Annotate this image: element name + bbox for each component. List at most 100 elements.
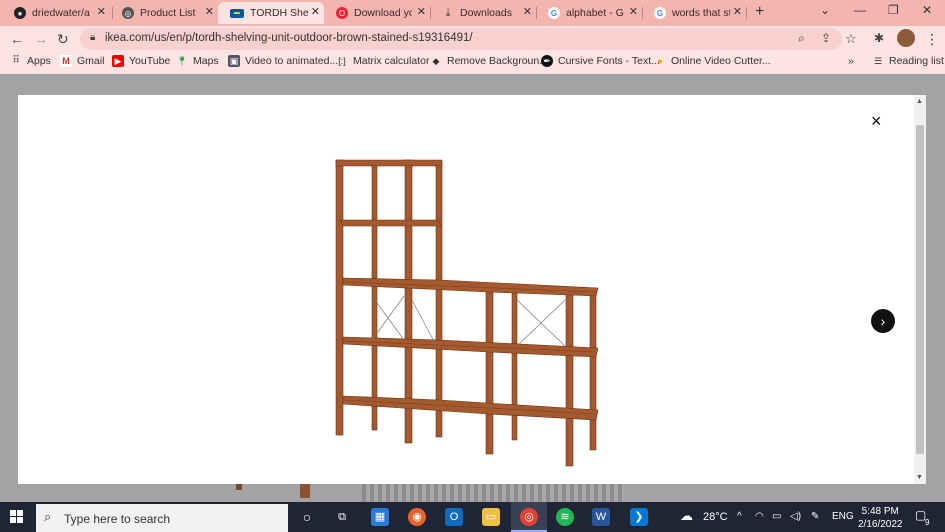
close-window-icon[interactable]: ✕ (922, 3, 932, 17)
back-icon[interactable]: ← (10, 31, 24, 47)
avatar[interactable] (897, 29, 915, 47)
pen-icon[interactable]: ✎ (811, 511, 819, 522)
taskbar-search[interactable]: ⌕ Type here to search (36, 504, 288, 532)
bookmark-label: YouTube (129, 55, 171, 67)
tab-downloads[interactable]: ⤓ Downloads ✕ (430, 2, 536, 24)
clock[interactable]: 5:48 PM 2/16/2022 (858, 505, 903, 531)
bookmark-star-icon[interactable]: ☆ (845, 31, 857, 47)
tab-words[interactable]: G words that star ✕ (642, 2, 746, 24)
background-product-fragment (300, 484, 310, 498)
extensions-icon[interactable]: ✱ (874, 31, 884, 45)
scroll-up-icon[interactable]: ▲ (916, 98, 923, 105)
close-tab-icon[interactable]: ✕ (629, 5, 638, 18)
tab-label: TORDH Shelving (250, 7, 308, 19)
tab-product-list[interactable]: ◎ Product List | C ✕ (110, 2, 218, 24)
file-explorer-icon[interactable]: ▭ (482, 508, 500, 526)
gmail-icon: M (60, 55, 72, 67)
browser-chrome: ● driedwater/app ✕ ◎ Product List | C ✕ … (0, 0, 945, 74)
outlook-icon[interactable]: O (445, 508, 463, 526)
windows-taskbar: ⌕ Type here to search ○ ⧉ ▦ ◉ O ▭ ◎ ≋ W … (0, 502, 945, 532)
tab-label: alphabet - Goo (566, 7, 624, 19)
forward-icon[interactable]: → (34, 31, 48, 47)
cortana-icon[interactable]: ○ (298, 508, 316, 526)
vscode-icon[interactable]: ❯ (630, 508, 648, 526)
tab-download[interactable]: O Download you ✕ (324, 2, 430, 24)
background-product-image (362, 484, 624, 502)
tab-label: driedwater/app (32, 7, 90, 19)
tab-github[interactable]: ● driedwater/app ✕ (2, 2, 110, 24)
task-view-icon[interactable]: ⧉ (333, 508, 351, 526)
more-bookmarks-button[interactable]: » (848, 55, 854, 67)
tab-label: Downloads (460, 7, 512, 19)
github-icon: ● (14, 7, 26, 19)
tab-alphabet[interactable]: G alphabet - Goo ✕ (536, 2, 642, 24)
restore-icon[interactable]: ❐ (888, 3, 899, 17)
network-icon[interactable]: ◠ (755, 511, 764, 522)
scrollbar-thumb[interactable] (916, 125, 924, 454)
shelving-unit-product-image (335, 159, 599, 467)
bookmark-gmail[interactable]: M Gmail (60, 55, 104, 67)
chrome-icon[interactable]: ◎ (520, 508, 538, 526)
zoom-icon[interactable]: ⌕ (798, 31, 805, 46)
volume-icon[interactable]: ◁) (790, 511, 801, 522)
lock-icon[interactable]: 🔒︎ (90, 32, 95, 43)
tab-strip: ● driedwater/app ✕ ◎ Product List | C ✕ … (0, 0, 945, 26)
remove-bg-icon: ◆ (432, 56, 440, 66)
video-cutter-icon: ● (657, 56, 663, 66)
close-tab-icon[interactable]: ✕ (523, 5, 532, 18)
maps-icon: 📍︎ (176, 56, 188, 66)
bookmark-label: Matrix calculator (353, 55, 430, 67)
bookmark-video-cutter[interactable]: ● Online Video Cutter... (654, 55, 770, 67)
bookmark-apps[interactable]: ⠿ Apps (10, 55, 51, 67)
apps-grid-icon: ⠿ (12, 55, 20, 66)
bookmark-label: Remove Backgroun... (447, 55, 548, 67)
tab-search-icon[interactable]: ⌄ (820, 3, 830, 17)
video-icon: ▣ (228, 55, 240, 67)
close-tab-icon[interactable]: ✕ (417, 5, 426, 18)
background-product-fragment (236, 484, 242, 490)
tab-separator (746, 7, 747, 19)
language-indicator[interactable]: ENG (832, 511, 854, 522)
battery-icon[interactable]: ▭ (772, 511, 781, 522)
notification-count: 9 (925, 518, 930, 527)
google-icon: G (654, 7, 666, 19)
bookmark-matrix[interactable]: [:] Matrix calculator (336, 55, 429, 67)
close-modal-button[interactable]: × (871, 111, 882, 132)
bookmark-cursive[interactable]: ✒ Cursive Fonts - Text... (541, 55, 660, 67)
bookmark-maps[interactable]: 📍︎ Maps (176, 55, 218, 67)
weather-temp[interactable]: 28°C (703, 511, 728, 523)
url-text[interactable]: ikea.com/us/en/p/tordh-shelving-unit-out… (105, 32, 473, 44)
omnibox[interactable]: 🔒︎ ikea.com/us/en/p/tordh-shelving-unit-… (80, 28, 842, 50)
bookmark-video-animated[interactable]: ▣ Video to animated... (228, 55, 338, 67)
minimize-icon[interactable]: — (854, 3, 866, 17)
show-hidden-icons[interactable]: ^ (737, 511, 742, 522)
tab-label: Product List | C (140, 7, 198, 19)
spotify-icon[interactable]: ≋ (556, 508, 574, 526)
menu-icon[interactable]: ⋮ (925, 31, 939, 48)
bookmark-youtube[interactable]: ▶ YouTube (112, 55, 170, 67)
globe-icon: ◎ (122, 7, 134, 19)
new-tab-button[interactable]: + (755, 3, 764, 21)
microsoft-store-icon[interactable]: ▦ (371, 508, 389, 526)
close-tab-icon[interactable]: ✕ (733, 5, 742, 18)
reload-icon[interactable]: ↻ (57, 31, 69, 48)
reading-list-button[interactable]: ☰ Reading list (872, 55, 944, 67)
close-tab-icon[interactable]: ✕ (205, 5, 214, 18)
word-icon[interactable]: W (592, 508, 610, 526)
close-tab-icon[interactable]: ✕ (97, 5, 106, 18)
weather-icon[interactable]: ☁ (680, 508, 693, 524)
bookmark-label: Video to animated... (245, 55, 339, 67)
share-icon[interactable]: ⇪ (821, 31, 831, 45)
google-icon: G (548, 7, 560, 19)
firefox-icon[interactable]: ◉ (408, 508, 426, 526)
close-tab-icon[interactable]: ✕ (311, 5, 320, 18)
download-icon: ⤓ (445, 6, 451, 19)
bookmarks-bar: ⠿ Apps M Gmail ▶ YouTube 📍︎ Maps ▣ Video… (0, 52, 945, 74)
next-image-button[interactable]: › (871, 309, 895, 333)
bookmark-remove-bg[interactable]: ◆ Remove Backgroun... (430, 55, 548, 67)
windows-start-icon[interactable] (10, 510, 24, 524)
scroll-down-icon[interactable]: ▼ (916, 474, 923, 481)
bookmark-label: Gmail (77, 55, 105, 67)
clock-time: 5:48 PM (861, 506, 899, 517)
tab-tordh[interactable]: ▬ TORDH Shelving ✕ (218, 2, 324, 24)
